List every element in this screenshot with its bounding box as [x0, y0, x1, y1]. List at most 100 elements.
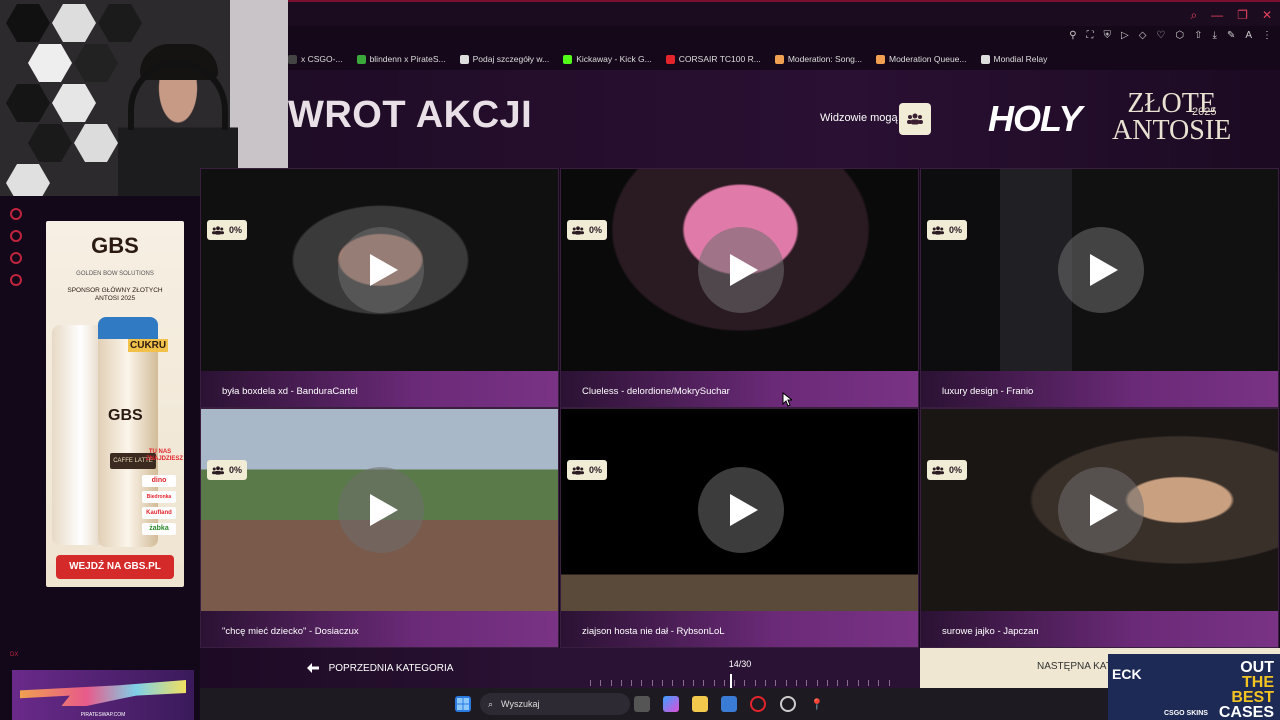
- play-button[interactable]: [698, 467, 784, 553]
- clip-card[interactable]: 0% "chcę mieć dziecko" - Dosiaczux: [200, 408, 559, 648]
- pager-tick[interactable]: [795, 680, 797, 686]
- menu-icon[interactable]: ⋮: [1262, 30, 1272, 41]
- pager-tick[interactable]: [806, 680, 808, 686]
- bookmark-icon[interactable]: ◇: [1139, 30, 1147, 41]
- pager-tick[interactable]: [744, 680, 746, 686]
- bookmark-item[interactable]: CORSAIR TC100 R...: [665, 54, 761, 64]
- play-button[interactable]: [338, 227, 424, 313]
- download-icon[interactable]: ⤓: [1213, 30, 1217, 41]
- pin-icon[interactable]: ⚲: [1069, 30, 1076, 41]
- clip-thumbnail[interactable]: 0%: [201, 409, 558, 611]
- pager-tick[interactable]: [826, 680, 828, 686]
- pager-tick[interactable]: [631, 680, 633, 686]
- bookmark-item[interactable]: Moderation: Song...: [774, 54, 862, 64]
- pager-tick[interactable]: [651, 680, 653, 686]
- shield-icon[interactable]: ⛨: [1104, 30, 1112, 41]
- pager-position-indicator[interactable]: [730, 674, 733, 688]
- clip-thumbnail[interactable]: 0%: [561, 169, 918, 371]
- live-icon[interactable]: [10, 208, 22, 220]
- house-icon[interactable]: [10, 252, 22, 264]
- clock-icon[interactable]: [10, 230, 22, 242]
- pager-tick[interactable]: [641, 680, 643, 686]
- viewers-button[interactable]: [899, 103, 931, 135]
- bookmark-item[interactable]: Kickaway - Kick G...: [563, 54, 652, 64]
- pager-tick[interactable]: [610, 680, 612, 686]
- pager-tick[interactable]: [857, 680, 859, 686]
- clip-caption[interactable]: "chcę mieć dziecko" - Dosiaczux: [201, 611, 558, 647]
- clip-card[interactable]: 0% Clueless - delordione/MokrySuchar: [560, 168, 919, 408]
- previous-category-button[interactable]: POPRZEDNIA KATEGORIA: [200, 648, 560, 688]
- pager-tick[interactable]: [868, 680, 870, 686]
- csgo-skins-ad[interactable]: ECK OUT THE BEST CASES CSGO SKINS: [1108, 654, 1280, 720]
- heart-icon[interactable]: ♡: [1156, 30, 1165, 41]
- close-icon[interactable]: ✕: [1262, 8, 1272, 23]
- share-icon[interactable]: ⇧: [1194, 30, 1202, 41]
- pager-tick[interactable]: [785, 680, 787, 686]
- pager-tick[interactable]: [600, 680, 602, 686]
- pager-tick[interactable]: [713, 680, 715, 686]
- bookmark-item[interactable]: Moderation Queue...: [876, 54, 967, 64]
- task-view-icon[interactable]: [634, 696, 650, 712]
- pager-tick[interactable]: [662, 680, 664, 686]
- pager-tick[interactable]: [775, 680, 777, 686]
- clip-caption[interactable]: ziajson hosta nie dał - RybsonLoL: [561, 611, 918, 647]
- clip-thumbnail[interactable]: 0%: [561, 409, 918, 611]
- clip-caption[interactable]: luxury design - Franio: [921, 371, 1278, 407]
- pirateswap-ad[interactable]: PIRATESWAP.COM: [12, 670, 194, 720]
- pager-tick[interactable]: [620, 680, 622, 686]
- pager-tick[interactable]: [682, 680, 684, 686]
- clip-caption[interactable]: była boxdela xd - BanduraCartel: [201, 371, 558, 407]
- pager-track[interactable]: [590, 680, 890, 686]
- clip-card[interactable]: 0% była boxdela xd - BanduraCartel: [200, 168, 559, 408]
- clip-pager[interactable]: 14/30: [560, 648, 920, 688]
- folder-icon[interactable]: [692, 696, 708, 712]
- play-button[interactable]: [1058, 227, 1144, 313]
- pager-tick[interactable]: [692, 680, 694, 686]
- pager-tick[interactable]: [847, 680, 849, 686]
- opera-icon[interactable]: [750, 696, 766, 712]
- pager-tick[interactable]: [703, 680, 705, 686]
- pager-tick[interactable]: [672, 680, 674, 686]
- ai-icon[interactable]: A: [1245, 30, 1252, 41]
- bookmark-item[interactable]: Podaj szczegóły w...: [459, 54, 549, 64]
- copilot-icon[interactable]: [663, 696, 679, 712]
- gbs-sponsor-ad[interactable]: GBS GOLDEN BOW SOLUTIONS SPONSOR GŁÓWNY …: [46, 221, 184, 587]
- search-icon[interactable]: ⌕: [1190, 8, 1197, 23]
- play-button[interactable]: [338, 467, 424, 553]
- extensions-icon[interactable]: ⬡: [1175, 30, 1184, 41]
- pager-tick[interactable]: [734, 680, 736, 686]
- bookmark-item[interactable]: Mondial Relay: [980, 54, 1047, 64]
- clip-card[interactable]: 0% luxury design - Franio: [920, 168, 1279, 408]
- pager-tick[interactable]: [723, 680, 725, 686]
- pager-tick[interactable]: [590, 680, 591, 686]
- pager-tick[interactable]: [765, 680, 767, 686]
- clip-card[interactable]: 0% ziajson hosta nie dał - RybsonLoL: [560, 408, 919, 648]
- pager-tick[interactable]: [754, 680, 756, 686]
- bookmark-item[interactable]: blindenn x PirateS...: [356, 54, 446, 64]
- bookmark-item[interactable]: x CSGO-...: [288, 54, 343, 64]
- gbs-cta-button[interactable]: WEJDŹ NA GBS.PL: [56, 555, 174, 579]
- clip-caption[interactable]: surowe jajko - Japczan: [921, 611, 1278, 647]
- play-icon[interactable]: ▷: [1121, 30, 1129, 41]
- minimize-icon[interactable]: —: [1211, 8, 1223, 23]
- taskbar-search[interactable]: ⌕ Wyszukaj: [480, 693, 630, 715]
- pager-tick[interactable]: [878, 680, 880, 686]
- pager-tick[interactable]: [816, 680, 818, 686]
- clip-thumbnail[interactable]: 0%: [921, 409, 1278, 611]
- location-icon[interactable]: 📍: [809, 696, 825, 712]
- restore-icon[interactable]: ❐: [1237, 8, 1248, 23]
- clip-caption[interactable]: Clueless - delordione/MokrySuchar: [561, 371, 918, 407]
- pager-tick[interactable]: [888, 680, 890, 686]
- steam-icon[interactable]: [780, 696, 796, 712]
- play-button[interactable]: [698, 227, 784, 313]
- edit-icon[interactable]: ✎: [1227, 30, 1235, 41]
- clip-thumbnail[interactable]: 0%: [201, 169, 558, 371]
- start-icon[interactable]: [455, 696, 471, 712]
- play-button[interactable]: [1058, 467, 1144, 553]
- clip-thumbnail[interactable]: 0%: [921, 169, 1278, 371]
- screenshot-icon[interactable]: ⛶: [1087, 30, 1094, 41]
- store-icon[interactable]: [721, 696, 737, 712]
- clip-card[interactable]: 0% surowe jajko - Japczan: [920, 408, 1279, 648]
- settings-icon[interactable]: [10, 274, 22, 286]
- pager-tick[interactable]: [837, 680, 839, 686]
